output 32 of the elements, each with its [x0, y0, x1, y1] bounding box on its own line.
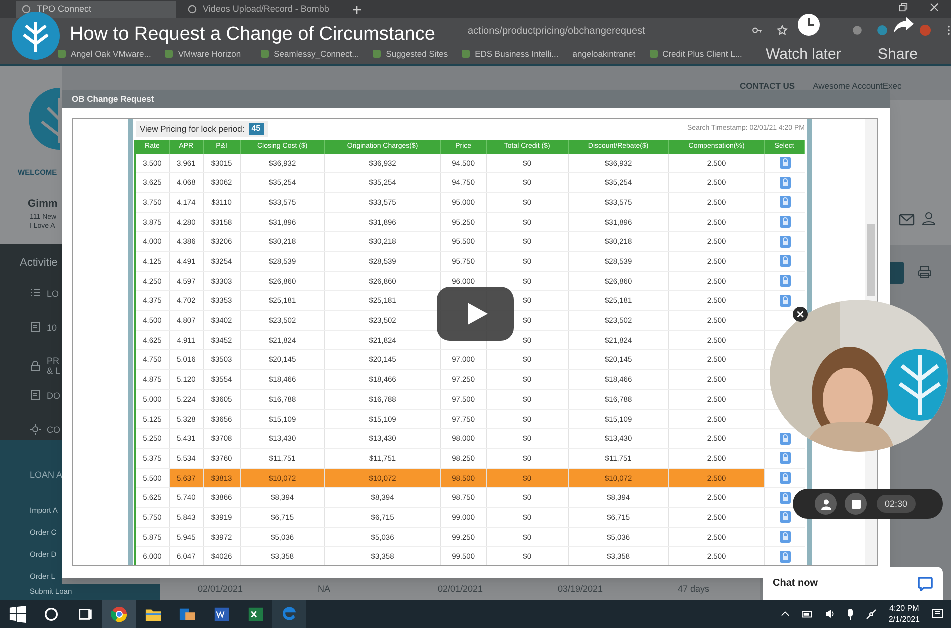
bookmark[interactable]: Seamlessy_Connect...: [261, 48, 360, 60]
bookmark[interactable]: Suggested Sites: [373, 48, 448, 60]
lock-period-badge: 45: [248, 123, 264, 136]
table-cell-text: 02/01/2021: [197, 582, 244, 596]
table-cell-text: 03/19/2021: [557, 582, 604, 596]
table-cell-text: 47 days: [677, 582, 711, 596]
user-name: Gimm: [28, 197, 58, 212]
video-action-link[interactable]: Watch later: [766, 44, 842, 66]
chat-widget[interactable]: Chat now: [763, 567, 943, 600]
sidebar-item[interactable]: LO: [47, 288, 60, 298]
recording-timer: 02:30: [877, 495, 916, 513]
bookmark[interactable]: Angel Oak VMware...: [58, 48, 152, 60]
video-action-link[interactable]: Share: [878, 44, 918, 66]
header-link[interactable]: CONTACT US: [740, 80, 796, 93]
video-title[interactable]: How to Request a Change of Circumstance: [70, 21, 436, 50]
clock[interactable]: 4:20 PM 2/1/2021: [888, 603, 920, 625]
sidebar-item[interactable]: PR & L: [47, 356, 61, 376]
bookmark[interactable]: EDS Business Intelli...: [462, 48, 559, 60]
table-cell-text: 02/01/2021: [437, 582, 484, 596]
sidebar-item[interactable]: CO: [47, 424, 60, 434]
section-heading: Activitie: [20, 256, 58, 271]
browser-tab[interactable]: TPO Connect: [16, 1, 176, 18]
sidebar-item[interactable]: DO: [47, 390, 60, 400]
dialog-title: OB Change Request: [72, 92, 154, 106]
lock-period-label: View Pricing for lock period:: [140, 122, 245, 136]
sidebar-item[interactable]: 10: [47, 322, 58, 332]
bookmark[interactable]: Credit Plus Client L...: [650, 48, 742, 60]
account-menu[interactable]: Awesome AccountExec: [813, 80, 902, 93]
address-bar-text[interactable]: actions/productpricing/obchangerequest: [468, 24, 646, 38]
bookmark[interactable]: VMware Horizon: [165, 48, 242, 60]
bookmark[interactable]: angeloakintranet: [572, 48, 636, 60]
table-cell-text: NA: [317, 582, 332, 596]
